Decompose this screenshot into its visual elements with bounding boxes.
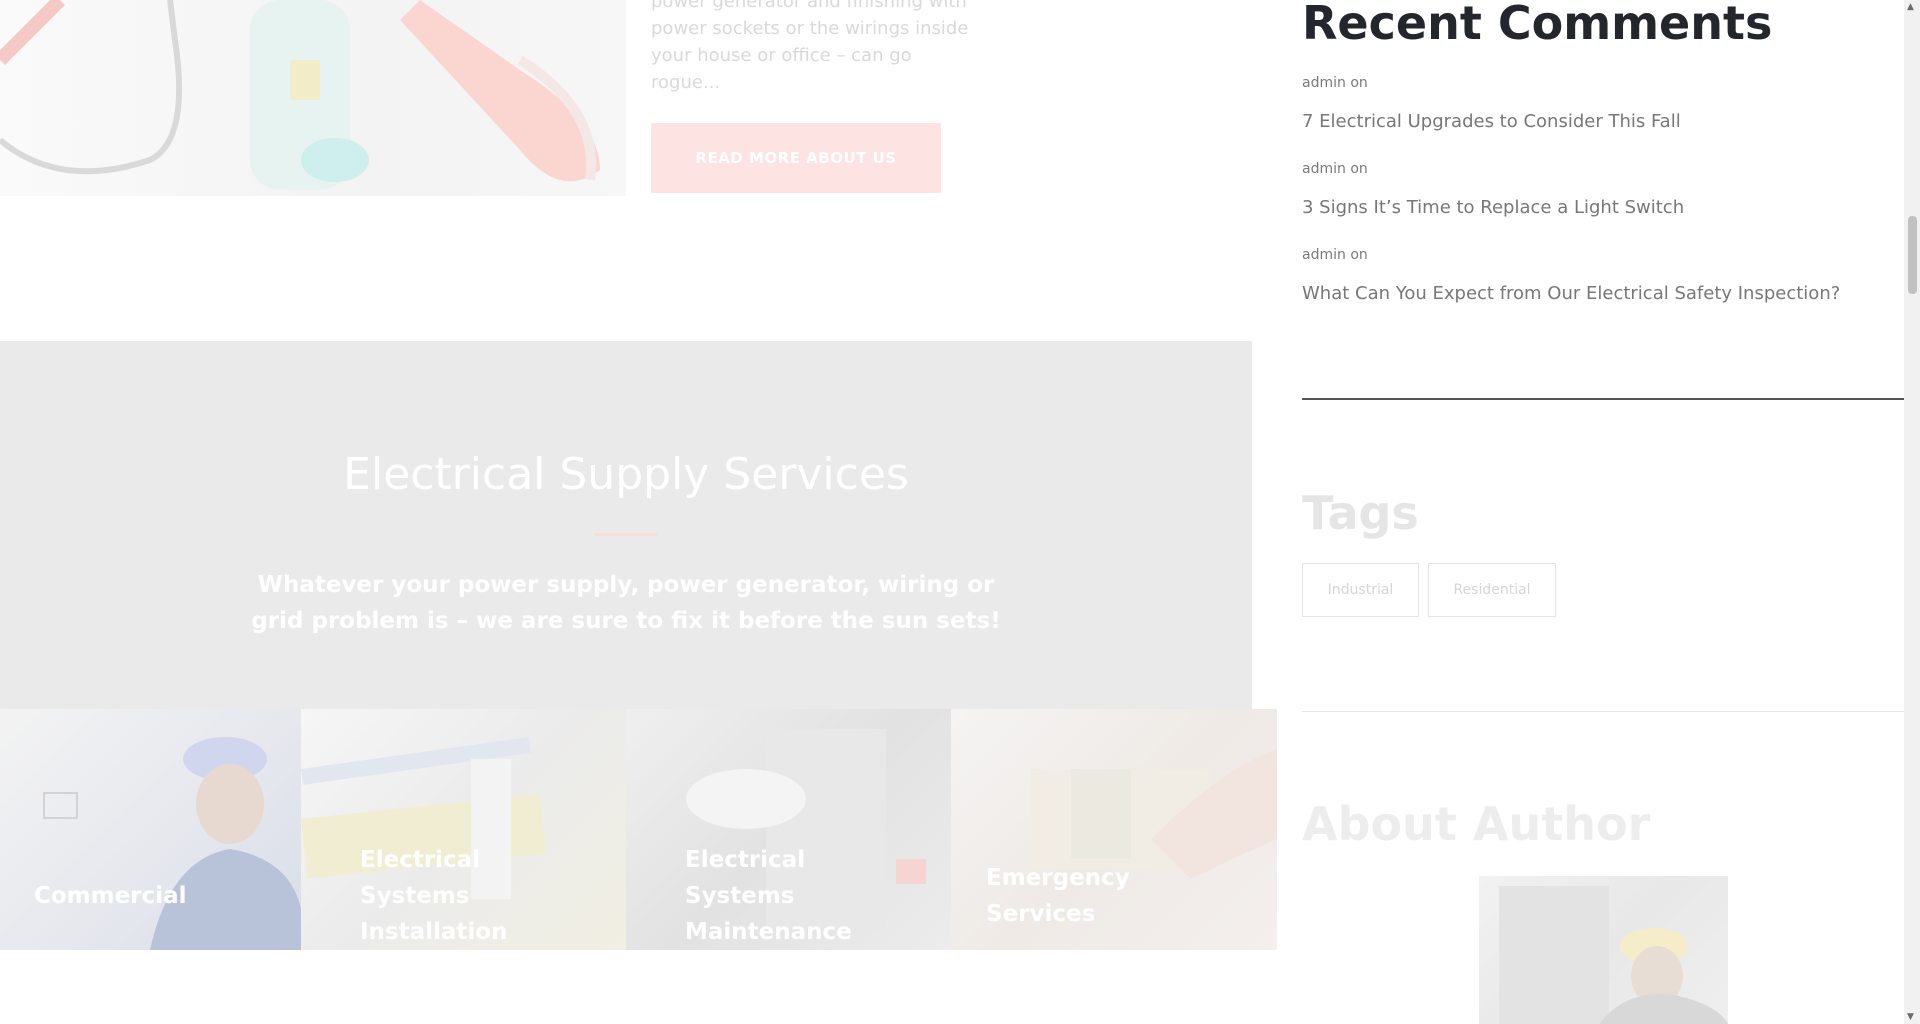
electrical-tester-illustration [0,0,600,190]
scrollbar-thumb[interactable] [1908,216,1917,294]
services-banner: Electrical Supply Services Whatever your… [0,341,1252,709]
service-card-maintenance[interactable]: Electrical Systems Maintenance [626,709,951,950]
author-photo [1479,876,1728,1024]
service-card-commercial[interactable]: Commercial [0,709,301,950]
scroll-down-icon[interactable]: ▼ [1907,1012,1914,1022]
tag-residential[interactable]: Residential [1428,563,1556,617]
recent-comments-title: Recent Comments [1302,0,1773,50]
comment-meta: admin on [1302,75,1368,91]
widget-divider [1302,711,1904,712]
tags-title: Tags [1302,486,1419,540]
comment-meta: admin on [1302,247,1368,263]
scroll-up-icon[interactable]: ▲ [1907,2,1914,12]
recent-comment-item: admin on 3 Signs It’s Time to Replace a … [1302,161,1902,218]
about-excerpt-line: your house or office – can go rogue... [651,45,912,93]
title-divider [595,533,657,536]
sidebar: Recent Comments admin on 7 Electrical Up… [1302,0,1904,1024]
comment-post-link[interactable]: 3 Signs It’s Time to Replace a Light Swi… [1302,197,1902,218]
recent-comment-item: admin on What Can You Expect from Our El… [1302,247,1902,304]
page-scrollbar[interactable]: ▲ ▼ [1904,0,1920,1024]
tag-industrial[interactable]: Industrial [1302,563,1419,617]
recent-comment-item: admin on 7 Electrical Upgrades to Consid… [1302,75,1902,132]
comment-post-link[interactable]: 7 Electrical Upgrades to Consider This F… [1302,111,1902,132]
comment-post-link[interactable]: What Can You Expect from Our Electrical … [1302,283,1902,304]
comment-meta: admin on [1302,161,1368,177]
service-card-title: Emergency Services [986,865,1130,927]
widget-divider [1302,398,1904,400]
service-cards: Commercial Electrical Systems Installati… [0,709,1277,950]
services-title: Electrical Supply Services [343,449,909,500]
about-excerpt-line: power generator and finishing with [651,0,967,12]
author-photo-illustration [1499,886,1728,1024]
service-card-title: Commercial [34,883,187,909]
about-excerpt: power generator and finishing with power… [651,0,981,96]
read-more-about-us-button[interactable]: READ MORE ABOUT US [651,123,941,193]
service-card-title: Electrical Systems Maintenance [685,847,852,945]
service-card-emergency[interactable]: Emergency Services [951,709,1277,950]
service-card-installation[interactable]: Electrical Systems Installation [301,709,626,950]
electrical-tester-image [0,0,626,196]
service-card-title: Electrical Systems Installation [360,847,508,945]
about-excerpt-line: power sockets or the wirings inside [651,18,969,39]
services-subtitle: Whatever your power supply, power genera… [251,572,1001,634]
about-author-title: About Author [1302,797,1651,851]
